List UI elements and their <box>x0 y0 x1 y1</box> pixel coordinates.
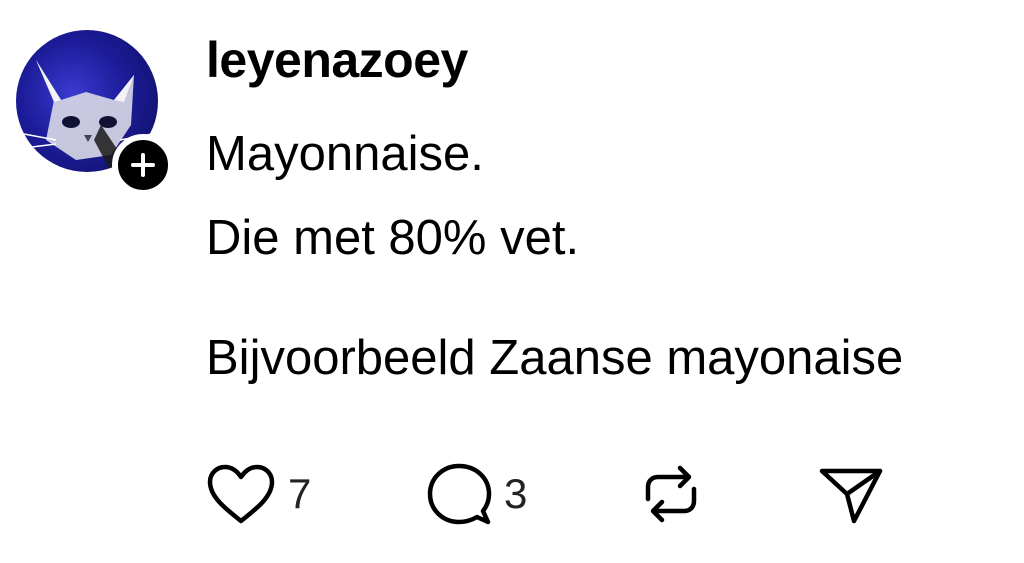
thread-post: leyenazoey Mayonnaise. Die met 80% vet. … <box>0 0 1024 563</box>
repost-icon <box>645 465 697 523</box>
like-button[interactable]: 7 <box>206 458 311 530</box>
like-count: 7 <box>288 470 312 517</box>
post-text-line: Die met 80% vet. <box>206 211 580 265</box>
heart-icon <box>207 464 275 524</box>
avatar-container <box>16 30 174 196</box>
paper-plane-icon <box>819 468 883 524</box>
share-button[interactable] <box>818 458 884 530</box>
follow-button[interactable] <box>112 134 174 196</box>
reply-button[interactable]: 3 <box>426 458 527 530</box>
plus-icon <box>131 153 155 177</box>
post-action-bar: 7 3 <box>206 458 906 530</box>
repost-button[interactable] <box>638 458 704 530</box>
post-text-line: Mayonnaise. <box>206 127 484 181</box>
post-text-line: Bijvoorbeeld Zaanse mayonaise <box>206 331 904 385</box>
speech-bubble-icon <box>427 463 492 525</box>
username[interactable]: leyenazoey <box>206 30 468 90</box>
reply-count: 3 <box>504 470 528 517</box>
